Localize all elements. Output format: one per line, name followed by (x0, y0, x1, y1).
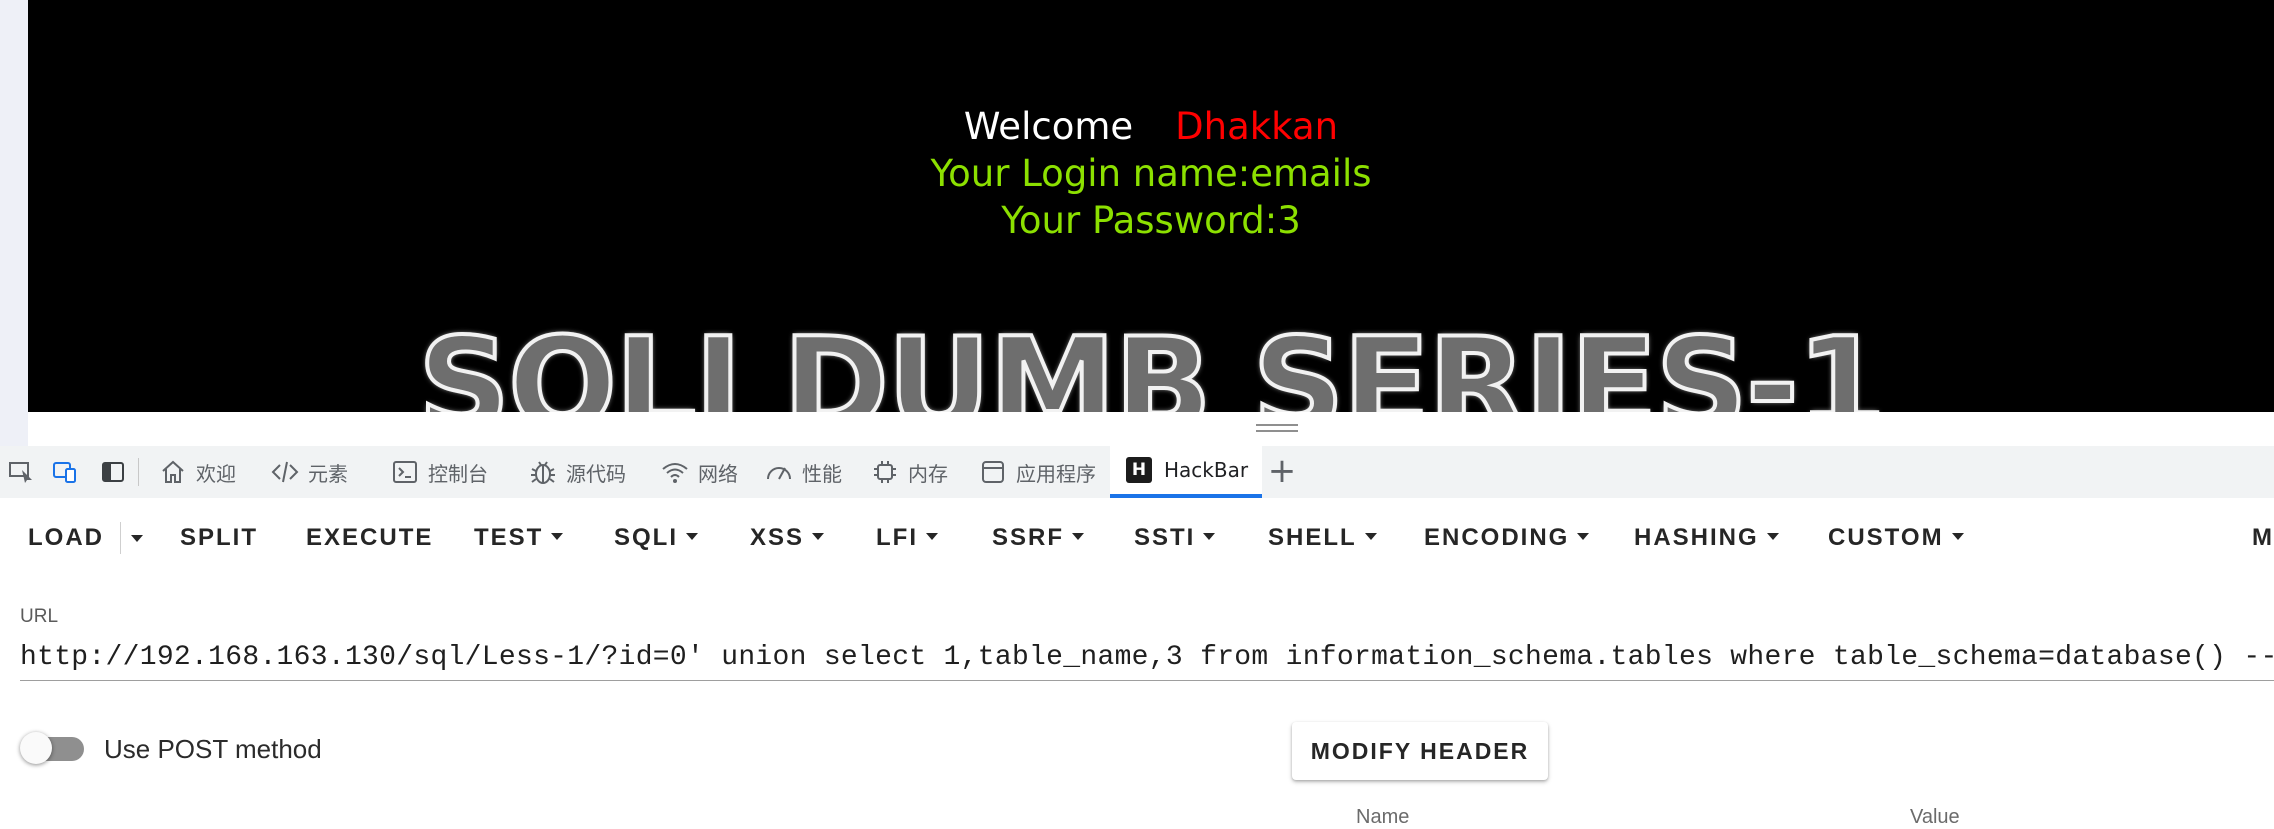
load-dropdown-button[interactable] (120, 522, 153, 554)
tab-elements[interactable]: 元素 (270, 446, 348, 498)
split-button[interactable]: SPLIT (180, 522, 258, 554)
lfi-menu-button[interactable]: LFI (876, 522, 938, 554)
tab-label: HackBar (1164, 458, 1249, 482)
page-viewport: Welcome Dhakkan Your Login name:emails Yo… (28, 0, 2274, 412)
bug-icon (531, 461, 555, 484)
sqli-menu-button[interactable]: SQLI (614, 522, 699, 554)
test-menu-button[interactable]: TEST (474, 522, 564, 554)
chevron-down-icon (1766, 533, 1779, 541)
app-window-icon (982, 461, 1004, 483)
execute-button[interactable]: EXECUTE (306, 522, 433, 554)
add-tab-button[interactable]: + (1264, 454, 1300, 490)
chevron-down-icon (1364, 533, 1377, 541)
tab-memory[interactable]: 内存 (870, 446, 948, 498)
chevron-down-icon (926, 533, 938, 541)
ssti-menu-button[interactable]: SSTI (1134, 522, 1216, 554)
dock-sidebar-icon[interactable] (100, 460, 126, 484)
tab-label: 源代码 (566, 461, 626, 486)
hackbar-logo-icon: H (1126, 457, 1152, 483)
hackbar-toolbar: LOAD SPLIT EXECUTE TEST SQLI XSS LFI SSR… (0, 498, 2274, 578)
wifi-icon (662, 463, 688, 483)
chevron-down-icon (1577, 533, 1590, 541)
gauge-icon (767, 467, 791, 480)
shell-menu-button[interactable]: SHELL (1268, 522, 1377, 554)
custom-menu-button[interactable]: CUSTOM (1828, 522, 1964, 554)
chevron-down-icon (551, 533, 564, 541)
login-name-line: Your Login name:emails (930, 152, 1372, 195)
tab-label: 内存 (908, 461, 948, 486)
password-line: Your Password:3 (1001, 199, 1301, 242)
tab-label: 控制台 (428, 461, 488, 486)
tab-label: 元素 (308, 461, 348, 486)
tab-label: 欢迎 (196, 461, 236, 486)
welcome-username: Dhakkan (1175, 105, 1339, 148)
chevron-down-icon (131, 535, 143, 542)
tab-label: 性能 (802, 461, 842, 486)
chevron-down-icon (1072, 533, 1085, 541)
devtools-tab-bar: 欢迎 元素 控制台 源代码 网络 性能 内存 应用程序 H HackBar + (0, 446, 2274, 499)
welcome-label: Welcome (963, 105, 1134, 148)
tab-network[interactable]: 网络 (660, 446, 738, 498)
xss-menu-button[interactable]: XSS (750, 522, 825, 554)
headers-name-column: Name (1356, 806, 1410, 828)
device-emulation-icon[interactable] (52, 460, 78, 484)
chip-icon (874, 461, 896, 483)
tab-hackbar[interactable]: H HackBar (1110, 446, 1263, 498)
hashing-menu-button[interactable]: HASHING (1634, 522, 1779, 554)
page-bottom-strip (28, 412, 2274, 446)
chevron-down-icon (1203, 533, 1216, 541)
url-label: URL (20, 606, 59, 627)
tab-label: 网络 (698, 461, 738, 486)
chevron-down-icon (686, 533, 699, 541)
tab-welcome[interactable]: 欢迎 (158, 446, 236, 498)
inspect-icon[interactable] (8, 460, 34, 484)
load-button[interactable]: LOAD (28, 522, 104, 554)
chevron-down-icon (812, 533, 825, 541)
chevron-down-icon (1951, 533, 1964, 541)
left-gutter (0, 0, 28, 446)
modify-header-button[interactable]: MODIFY HEADER (1292, 722, 1548, 780)
welcome-line: Welcome Dhakkan (28, 104, 2274, 150)
tab-sources[interactable]: 源代码 (528, 446, 626, 498)
post-method-label: Use POST method (104, 734, 322, 764)
toolbar-separator (138, 458, 139, 486)
tab-application[interactable]: 应用程序 (978, 446, 1096, 498)
url-input[interactable] (20, 634, 2274, 681)
tab-console[interactable]: 控制台 (390, 446, 488, 498)
devtools-resize-handle[interactable] (1256, 424, 1298, 434)
post-method-toggle[interactable] (20, 732, 86, 764)
tab-label: 应用程序 (1016, 461, 1096, 486)
sqli-dumb-series-banner: SQLI DUMB SERIES-1 (416, 311, 1888, 413)
ssrf-menu-button[interactable]: SSRF (992, 522, 1085, 554)
tab-performance[interactable]: 性能 (764, 446, 842, 498)
home-icon (162, 460, 184, 483)
more-menu-button[interactable]: M (2252, 522, 2274, 554)
encoding-menu-button[interactable]: ENCODING (1424, 522, 1590, 554)
code-icon (271, 461, 299, 483)
console-icon (393, 461, 417, 483)
headers-value-column: Value (1910, 806, 1960, 828)
toggle-thumb (20, 732, 52, 764)
